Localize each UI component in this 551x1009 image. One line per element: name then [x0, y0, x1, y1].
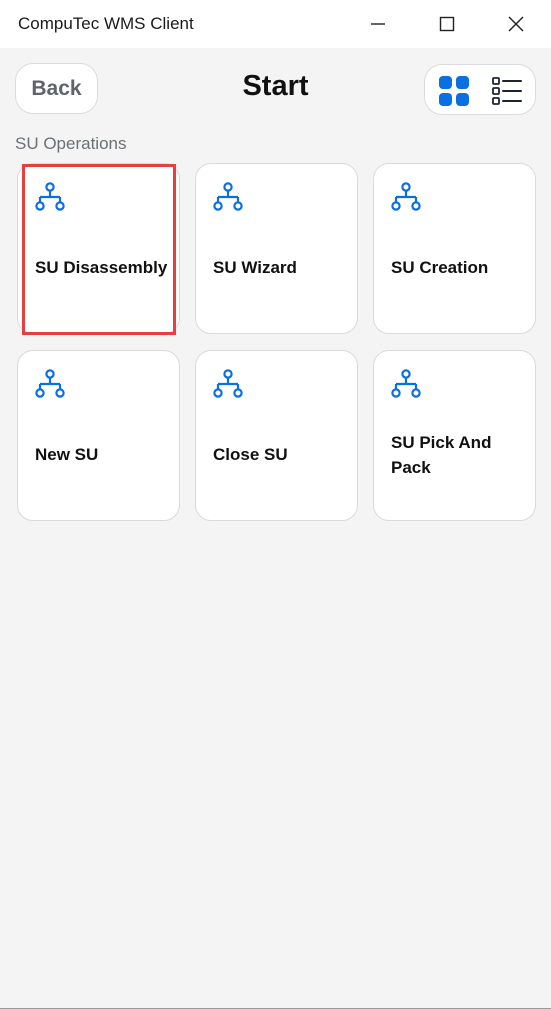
- tile-su-creation[interactable]: SU Creation: [373, 163, 536, 334]
- tile-label: SU Disassembly: [35, 258, 168, 277]
- grid-view-button[interactable]: [438, 75, 470, 107]
- maximize-button[interactable]: [412, 0, 481, 48]
- tile-label: SU Pick And Pack: [391, 432, 492, 477]
- minimize-button[interactable]: [343, 0, 412, 48]
- tile-label: Close SU: [213, 445, 288, 464]
- maximize-icon: [439, 16, 454, 32]
- list-view-button[interactable]: [491, 75, 523, 107]
- tile-label: New SU: [35, 445, 99, 464]
- tile-label: SU Wizard: [213, 258, 297, 277]
- tile-su-pick-and-pack[interactable]: SU Pick And Pack: [373, 350, 536, 521]
- tile-su-disassembly[interactable]: SU Disassembly: [17, 163, 180, 334]
- title-bar: CompuTec WMS Client: [0, 0, 551, 48]
- minimize-icon: [370, 23, 385, 25]
- close-button[interactable]: [481, 0, 550, 48]
- hierarchy-icon: [213, 369, 243, 398]
- tile-new-su[interactable]: New SU: [17, 350, 180, 521]
- hierarchy-icon: [391, 182, 421, 211]
- tile-su-wizard[interactable]: SU Wizard: [195, 163, 358, 334]
- hierarchy-icon: [213, 182, 243, 211]
- view-toggle: [424, 64, 536, 115]
- hierarchy-icon: [391, 369, 421, 398]
- tile-label: SU Creation: [391, 258, 489, 277]
- list-view-icon: [492, 77, 522, 105]
- hierarchy-icon: [35, 369, 65, 398]
- hierarchy-icon: [35, 182, 65, 211]
- close-icon: [508, 16, 523, 32]
- tile-close-su[interactable]: Close SU: [195, 350, 358, 521]
- section-label: SU Operations: [15, 134, 127, 153]
- grid-view-icon: [439, 76, 469, 106]
- window-title: CompuTec WMS Client: [18, 14, 194, 33]
- page-header: Back Start: [0, 48, 551, 134]
